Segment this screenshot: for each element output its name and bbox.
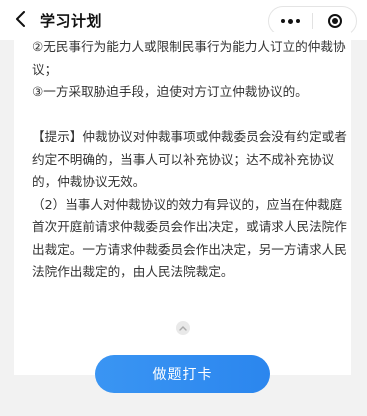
target-circle-icon (327, 14, 342, 28)
tip-paragraph: 【提示】仲裁协议对仲裁事项或仲裁委员会没有约定或者约定不明确的，当事人可以补充协… (32, 129, 347, 189)
chevron-up-icon[interactable] (176, 321, 190, 335)
more-button[interactable] (269, 7, 312, 35)
text-paragraph: ③一方采取胁迫手段，迫使对方订立仲裁协议的。 (32, 84, 308, 99)
lesson-text: ②无民事行为能力人或限制民事行为能力人订立的仲裁协议； ③一方采取胁迫手段，迫使… (32, 36, 348, 284)
content-card: ②无民事行为能力人或限制民事行为能力人订立的仲裁协议； ③一方采取胁迫手段，迫使… (14, 32, 351, 375)
page-title: 学习计划 (40, 12, 103, 30)
checkin-button[interactable]: 做题打卡 (95, 355, 270, 393)
chevron-left-icon[interactable] (10, 8, 32, 30)
close-button[interactable] (313, 7, 356, 35)
text-paragraph: ②无民事行为能力人或限制民事行为能力人订立的仲裁协议； (32, 39, 346, 77)
text-paragraph: （2）当事人对仲裁协议的效力有异议的，应当在仲裁庭首次开庭前请求仲裁委员会作出决… (32, 196, 347, 280)
more-dots-icon (281, 18, 300, 24)
